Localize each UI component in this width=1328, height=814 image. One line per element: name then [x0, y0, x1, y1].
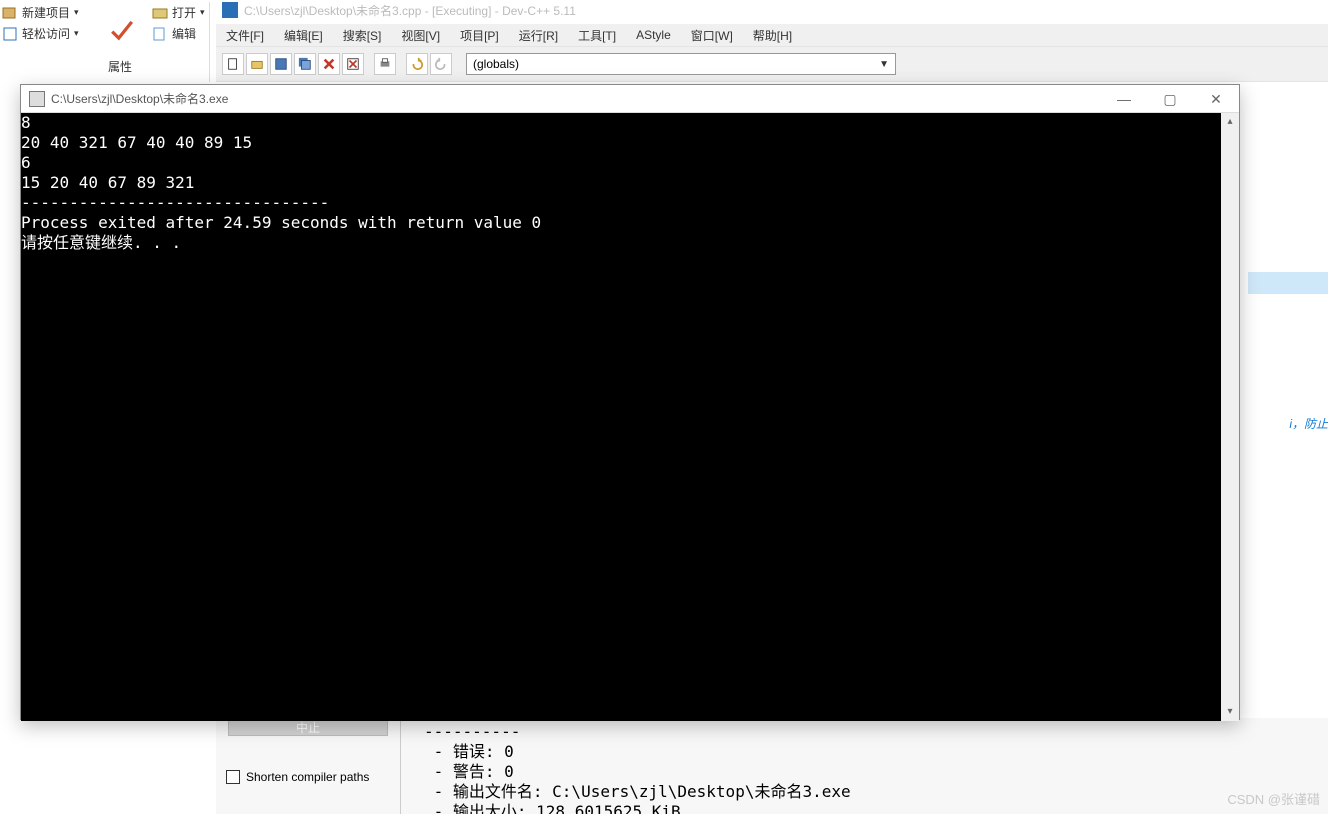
watermark: CSDN @张谨碏	[1227, 789, 1320, 808]
menu-help[interactable]: 帮助[H]	[743, 25, 802, 46]
properties-label[interactable]: 属性	[108, 60, 132, 74]
menu-astyle[interactable]: AStyle	[626, 26, 681, 44]
compile-output: ---------- - 错误: 0 - 警告: 0 - 输出文件名: C:\U…	[416, 718, 1328, 814]
menubar: 文件[F] 编辑[E] 搜索[S] 视图[V] 项目[P] 运行[R] 工具[T…	[216, 24, 1328, 46]
menu-run[interactable]: 运行[R]	[509, 25, 568, 46]
explorer-ribbon-fragment: 新建项目 ▾ 轻松访问 ▾ 打开 ▾ 编辑 属性	[0, 2, 210, 82]
dropdown-arrow-icon[interactable]: ▾	[74, 7, 79, 18]
quick-access-icon	[2, 26, 18, 42]
close-button[interactable]	[318, 53, 340, 75]
scroll-down-button[interactable]: ▾	[1221, 703, 1239, 721]
console-titlebar[interactable]: C:\Users\zjl\Desktop\未命名3.exe — ▢ ✕	[21, 85, 1239, 113]
devcpp-title: C:\Users\zjl\Desktop\未命名3.cpp - [Executi…	[244, 2, 576, 19]
close-all-button[interactable]	[342, 53, 364, 75]
print-button[interactable]	[374, 53, 396, 75]
console-output: 8 20 40 321 67 40 40 89 15 6 15 20 40 67…	[21, 113, 1239, 253]
code-comment-fragment: i，防止	[1289, 413, 1328, 432]
console-window: C:\Users\zjl\Desktop\未命名3.exe — ▢ ✕ 8 20…	[20, 84, 1240, 720]
shorten-paths-checkbox[interactable]	[226, 770, 240, 784]
console-scrollbar[interactable]: ▴ ▾	[1221, 113, 1239, 721]
open-project-button[interactable]	[246, 53, 268, 75]
menu-project[interactable]: 项目[P]	[450, 25, 509, 46]
new-file-button[interactable]	[222, 53, 244, 75]
edit-label[interactable]: 编辑	[172, 25, 196, 42]
shorten-paths-label: Shorten compiler paths	[246, 770, 369, 784]
save-button[interactable]	[270, 53, 292, 75]
new-project-label[interactable]: 新建项目	[22, 4, 70, 21]
menu-view[interactable]: 视图[V]	[391, 25, 450, 46]
save-all-button[interactable]	[294, 53, 316, 75]
undo-button[interactable]	[406, 53, 428, 75]
globals-combobox[interactable]: (globals) ▼	[466, 53, 896, 75]
menu-window[interactable]: 窗口[W]	[681, 25, 743, 46]
minimize-button[interactable]: —	[1101, 85, 1147, 113]
menu-edit[interactable]: 编辑[E]	[274, 25, 333, 46]
menu-file[interactable]: 文件[F]	[216, 25, 274, 46]
maximize-button[interactable]: ▢	[1147, 85, 1193, 113]
dropdown-arrow-icon[interactable]: ▼	[879, 59, 889, 70]
edit-icon	[152, 26, 168, 42]
scroll-up-button[interactable]: ▴	[1221, 113, 1239, 131]
console-app-icon	[29, 91, 45, 107]
dropdown-arrow-icon[interactable]: ▾	[200, 7, 205, 18]
close-window-button[interactable]: ✕	[1193, 85, 1239, 113]
globals-value: (globals)	[473, 57, 519, 71]
new-project-icon	[2, 5, 18, 21]
toolbar: (globals) ▼	[216, 46, 1328, 82]
quick-access-label[interactable]: 轻松访问	[22, 25, 70, 42]
redo-button[interactable]	[430, 53, 452, 75]
menu-tools[interactable]: 工具[T]	[568, 25, 626, 46]
console-title: C:\Users\zjl\Desktop\未命名3.exe	[51, 90, 228, 107]
open-label[interactable]: 打开	[172, 4, 196, 21]
devcpp-app-icon	[222, 2, 238, 18]
dropdown-arrow-icon[interactable]: ▾	[74, 28, 79, 39]
open-icon	[152, 5, 168, 21]
menu-search[interactable]: 搜索[S]	[333, 25, 392, 46]
code-highlight-strip	[1248, 272, 1328, 294]
